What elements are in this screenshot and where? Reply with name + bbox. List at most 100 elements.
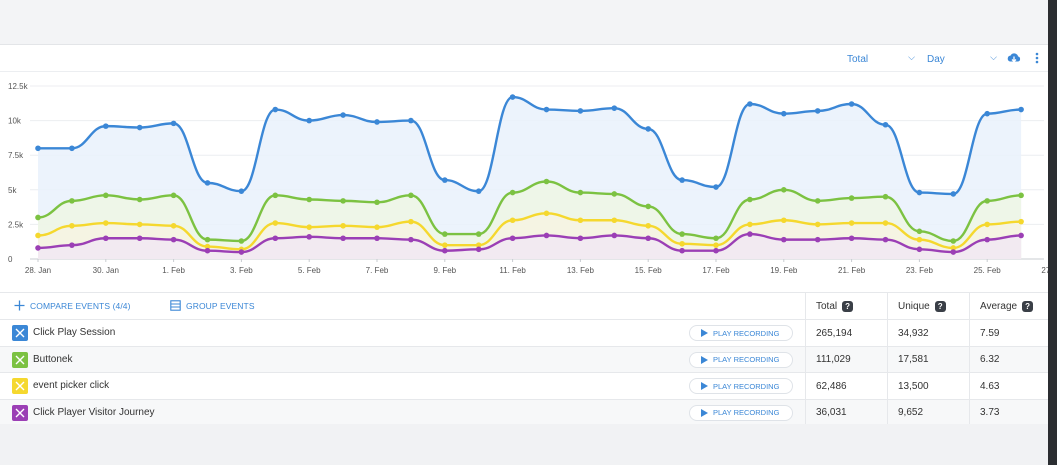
data-point[interactable] (340, 198, 346, 204)
metric-select[interactable]: Total ⌵ (847, 51, 915, 67)
data-point[interactable] (136, 124, 143, 131)
data-point[interactable] (475, 231, 482, 237)
data-point[interactable] (916, 228, 923, 235)
data-point[interactable] (170, 236, 177, 243)
data-point[interactable] (713, 247, 719, 254)
series-toggle[interactable] (12, 325, 28, 341)
interval-select[interactable]: Day ⌵ (927, 51, 997, 67)
data-point[interactable] (679, 231, 685, 237)
data-point[interactable] (747, 231, 753, 237)
data-point[interactable] (713, 242, 719, 248)
data-point[interactable] (306, 196, 313, 203)
data-point[interactable] (103, 192, 109, 199)
data-point[interactable] (848, 220, 855, 226)
data-point[interactable] (781, 236, 787, 243)
data-point[interactable] (781, 187, 787, 193)
data-point[interactable] (814, 221, 821, 228)
data-point[interactable] (882, 236, 889, 243)
data-point[interactable] (814, 108, 821, 114)
data-point[interactable] (950, 249, 957, 255)
data-point[interactable] (747, 221, 753, 228)
data-point[interactable] (645, 126, 651, 132)
data-point[interactable] (374, 235, 380, 242)
data-point[interactable] (306, 117, 313, 124)
data-point[interactable] (272, 192, 279, 199)
data-point[interactable] (713, 235, 719, 242)
data-point[interactable] (69, 242, 75, 248)
data-point[interactable] (509, 94, 516, 100)
data-point[interactable] (543, 178, 550, 185)
data-point[interactable] (848, 195, 855, 201)
data-point[interactable] (645, 203, 651, 210)
data-point[interactable] (747, 101, 753, 107)
data-point[interactable] (136, 235, 143, 242)
data-point[interactable] (204, 236, 211, 243)
group-events-button[interactable]: GROUP EVENTS (170, 300, 255, 311)
data-point[interactable] (340, 112, 346, 118)
data-point[interactable] (35, 232, 41, 239)
data-point[interactable] (35, 245, 41, 251)
data-point[interactable] (611, 191, 618, 197)
data-point[interactable] (35, 214, 41, 221)
data-point[interactable] (238, 238, 245, 244)
data-point[interactable] (577, 189, 584, 196)
data-point[interactable] (916, 189, 923, 196)
data-point[interactable] (611, 217, 618, 224)
data-point[interactable] (306, 224, 313, 230)
data-point[interactable] (136, 221, 143, 228)
data-point[interactable] (882, 121, 889, 128)
data-point[interactable] (69, 198, 75, 204)
data-point[interactable] (69, 145, 75, 152)
data-point[interactable] (984, 221, 990, 228)
data-point[interactable] (306, 234, 313, 240)
data-point[interactable] (204, 247, 211, 254)
data-point[interactable] (374, 199, 380, 206)
data-point[interactable] (272, 106, 279, 113)
data-point[interactable] (272, 220, 279, 226)
data-point[interactable] (204, 180, 211, 186)
data-point[interactable] (543, 232, 550, 239)
column-header-total[interactable]: Total ? (805, 293, 887, 320)
data-point[interactable] (984, 110, 990, 117)
data-point[interactable] (916, 246, 923, 253)
data-point[interactable] (611, 105, 618, 111)
data-point[interactable] (577, 235, 584, 242)
data-point[interactable] (1018, 106, 1024, 113)
data-point[interactable] (475, 188, 482, 194)
data-point[interactable] (170, 120, 177, 127)
play-recording-button[interactable]: PLAY RECORDING (689, 404, 793, 421)
data-point[interactable] (35, 145, 41, 152)
data-point[interactable] (509, 217, 516, 224)
data-point[interactable] (611, 232, 618, 239)
data-point[interactable] (408, 192, 414, 199)
more-vertical-icon[interactable] (1032, 50, 1042, 66)
data-point[interactable] (442, 231, 448, 237)
data-point[interactable] (1018, 192, 1024, 199)
series-toggle[interactable] (12, 404, 28, 421)
data-point[interactable] (272, 235, 279, 242)
data-point[interactable] (1018, 232, 1024, 239)
data-point[interactable] (408, 218, 414, 225)
data-point[interactable] (577, 217, 584, 224)
data-point[interactable] (814, 236, 821, 243)
data-point[interactable] (543, 106, 550, 113)
data-point[interactable] (543, 210, 550, 217)
data-point[interactable] (747, 196, 753, 203)
data-point[interactable] (509, 235, 516, 242)
data-point[interactable] (442, 177, 448, 183)
series-toggle[interactable] (12, 378, 28, 394)
data-point[interactable] (984, 198, 990, 204)
data-point[interactable] (950, 238, 957, 244)
data-point[interactable] (645, 235, 651, 242)
data-point[interactable] (442, 247, 448, 254)
data-point[interactable] (645, 222, 651, 229)
data-point[interactable] (374, 119, 380, 125)
data-point[interactable] (814, 198, 821, 204)
data-point[interactable] (103, 123, 109, 129)
data-point[interactable] (136, 196, 143, 203)
play-recording-button[interactable]: PLAY RECORDING (689, 378, 793, 394)
data-point[interactable] (170, 192, 177, 199)
data-point[interactable] (509, 189, 516, 196)
play-recording-button[interactable]: PLAY RECORDING (689, 351, 793, 368)
data-point[interactable] (408, 117, 414, 124)
